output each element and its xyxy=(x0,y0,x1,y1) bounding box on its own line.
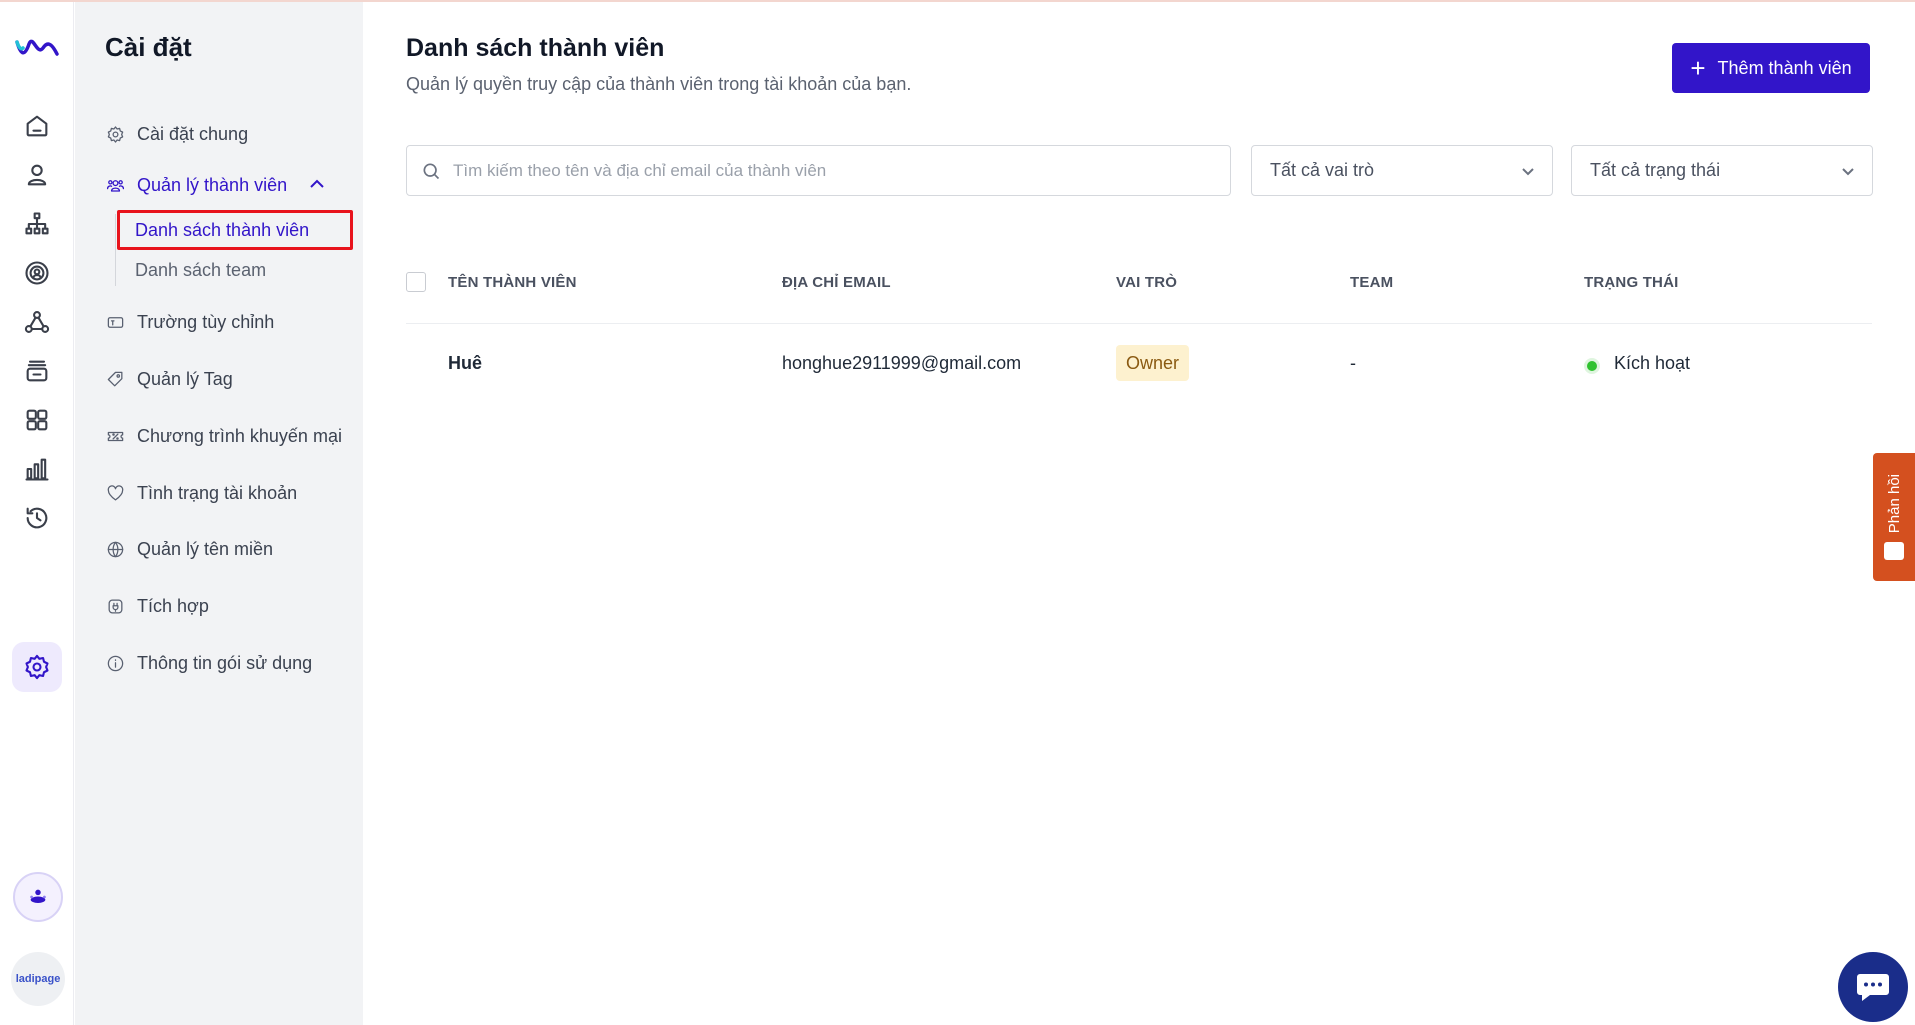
role-badge: Owner xyxy=(1116,345,1190,381)
info-icon xyxy=(105,653,125,673)
custom-field-icon xyxy=(105,312,125,332)
feedback-label: Phản hồi xyxy=(1885,474,1903,534)
sidebar-item-label: Trường tùy chỉnh xyxy=(137,311,275,332)
highlight-box xyxy=(117,210,353,250)
status-filter-select[interactable]: Tất cả trạng thái xyxy=(1571,145,1873,196)
column-header-role[interactable]: VAI TRÒ xyxy=(1116,274,1177,291)
sidebar-item-label: Chương trình khuyến mại xyxy=(137,425,342,446)
search-box xyxy=(406,145,1231,196)
sidebar-item-account-status[interactable]: Tình trạng tài khoản xyxy=(105,476,297,510)
target-user-icon[interactable] xyxy=(17,253,57,293)
workspace-avatar[interactable] xyxy=(13,872,63,922)
page-title: Danh sách thành viên xyxy=(406,34,665,62)
feedback-tab[interactable]: Phản hồi xyxy=(1873,453,1915,581)
brand-avatar[interactable]: ladipage xyxy=(11,952,65,1006)
role-filter-select[interactable]: Tất cả vai trò xyxy=(1251,145,1553,196)
user-icon[interactable] xyxy=(17,155,57,195)
sidebar-item-tags[interactable]: Quản lý Tag xyxy=(105,362,233,396)
sidebar-item-domains[interactable]: Quản lý tên miền xyxy=(105,532,273,566)
chevron-up-icon[interactable] xyxy=(307,174,327,194)
users-icon xyxy=(105,175,125,195)
sidebar-item-label: Quản lý Tag xyxy=(137,368,233,389)
apps-grid-icon[interactable] xyxy=(17,400,57,440)
promotion-icon xyxy=(105,426,125,446)
search-icon xyxy=(423,163,440,179)
status-filter-value: Tất cả trạng thái xyxy=(1590,160,1721,180)
sidebar-item-label: Tích hợp xyxy=(137,595,209,616)
submenu-line xyxy=(115,214,116,286)
inbox-icon[interactable] xyxy=(17,351,57,391)
sidebar-title: Cài đặt xyxy=(105,32,192,62)
brand-text: ladipage xyxy=(15,973,61,985)
gear-icon xyxy=(105,124,125,144)
icon-rail: ladipage xyxy=(0,2,74,1025)
plug-icon xyxy=(105,596,125,616)
globe-icon xyxy=(105,539,125,559)
home-icon[interactable] xyxy=(17,106,57,146)
plus-icon: + xyxy=(1690,53,1706,83)
select-all-checkbox[interactable] xyxy=(406,272,426,292)
org-chart-icon[interactable] xyxy=(17,204,57,244)
chat-icon xyxy=(1857,974,1889,1001)
sidebar-item-general-settings[interactable]: Cài đặt chung xyxy=(105,117,248,151)
sidebar-item-label: Thông tin gói sử dụng xyxy=(137,652,313,673)
member-name: Huê xyxy=(448,353,483,373)
chat-widget-button[interactable] xyxy=(1838,952,1908,1022)
sidebar-item-label: Cài đặt chung xyxy=(137,123,249,144)
sidebar-item-member-management[interactable]: Quản lý thành viên xyxy=(105,168,287,202)
column-header-status[interactable]: TRẠNG THÁI xyxy=(1584,274,1679,291)
chevron-down-icon xyxy=(1522,167,1534,175)
role-filter-value: Tất cả vai trò xyxy=(1270,160,1375,180)
member-email: honghue2911999@gmail.com xyxy=(782,353,1022,373)
tag-icon xyxy=(105,369,125,389)
add-member-button[interactable]: + Thêm thành viên xyxy=(1672,43,1870,93)
column-header-name[interactable]: TÊN THÀNH VIÊN xyxy=(448,274,577,291)
chevron-down-icon xyxy=(1842,167,1854,175)
feedback-icon xyxy=(1884,541,1904,560)
sidebar-item-plan-info[interactable]: Thông tin gói sử dụng xyxy=(105,646,312,680)
settings-sidebar: Cài đặt Cài đặt chung Quản lý thành viên… xyxy=(75,2,363,1025)
status-dot-icon xyxy=(1584,358,1600,374)
sidebar-item-integrations[interactable]: Tích hợp xyxy=(105,589,209,623)
history-icon[interactable] xyxy=(17,498,57,538)
sidebar-item-custom-fields[interactable]: Trường tùy chỉnh xyxy=(105,305,274,339)
member-team: - xyxy=(1350,353,1356,373)
settings-icon[interactable] xyxy=(12,642,62,692)
bar-chart-icon[interactable] xyxy=(17,449,57,489)
page-subtitle: Quản lý quyền truy cập của thành viên tr… xyxy=(406,74,912,94)
heart-icon xyxy=(105,483,125,503)
sidebar-item-label: Tình trạng tài khoản xyxy=(137,482,298,503)
table-header: TÊN THÀNH VIÊN ĐỊA CHỈ EMAIL VAI TRÒ TEA… xyxy=(406,262,1872,324)
main-content: Danh sách thành viên Quản lý quyền truy … xyxy=(406,2,1873,1025)
table-row[interactable]: Huê honghue2911999@gmail.com Owner - Kíc… xyxy=(406,325,1872,407)
add-member-label: Thêm thành viên xyxy=(1717,57,1852,78)
member-status: Kích hoạt xyxy=(1614,353,1691,373)
brand-logo-icon[interactable] xyxy=(15,34,59,62)
column-header-team[interactable]: TEAM xyxy=(1350,274,1393,291)
sidebar-item-promotions[interactable]: Chương trình khuyến mại xyxy=(105,419,342,453)
column-header-email[interactable]: ĐỊA CHỈ EMAIL xyxy=(782,274,891,291)
sidebar-item-label: Quản lý thành viên xyxy=(137,174,288,195)
sub-item-team-list[interactable]: Danh sách team xyxy=(135,260,266,281)
sidebar-item-label: Quản lý tên miền xyxy=(137,538,274,559)
network-icon[interactable] xyxy=(17,302,57,342)
search-input[interactable] xyxy=(453,160,1213,181)
